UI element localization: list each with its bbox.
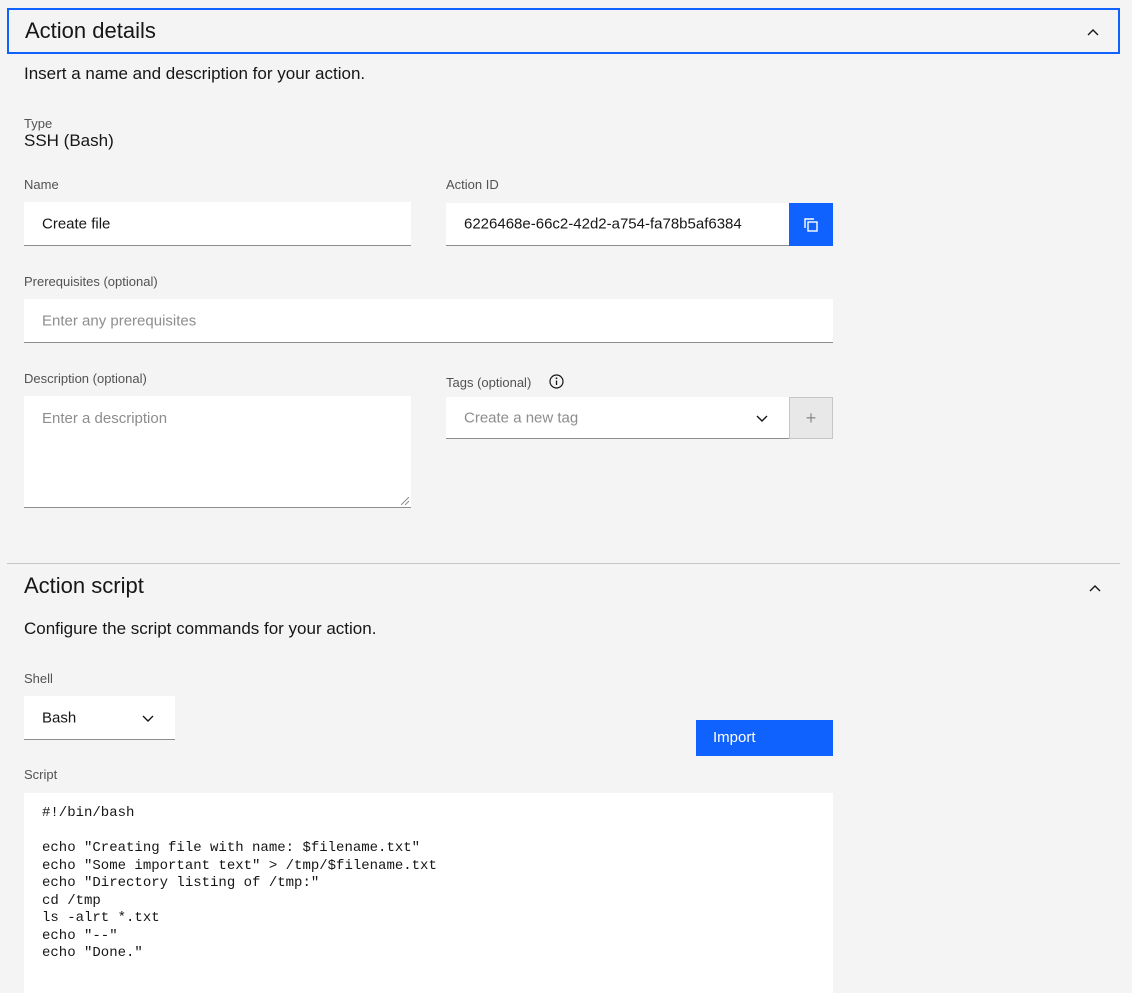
script-line: echo "Creating file with name: $filename… xyxy=(42,840,421,856)
script-line: echo "Directory listing of /tmp:" xyxy=(42,875,320,891)
chevron-down-icon[interactable] xyxy=(755,411,769,425)
action-id-value: 6226468e-66c2-42d2-a754-fa78b5af6384 xyxy=(464,215,742,233)
action-script-header[interactable]: Action script xyxy=(7,563,1120,609)
tags-label: Tags (optional) xyxy=(446,375,532,390)
copy-icon xyxy=(804,218,818,232)
type-value: SSH (Bash) xyxy=(24,131,114,150)
description-textarea[interactable]: Enter a description xyxy=(24,396,411,508)
description-label: Description (optional) xyxy=(24,371,147,386)
script-line: echo "--" xyxy=(42,927,118,944)
tags-combobox[interactable]: Create a new tag xyxy=(446,397,789,439)
resize-handle-icon[interactable] xyxy=(401,497,409,505)
prerequisites-label: Prerequisites (optional) xyxy=(24,274,158,289)
name-label: Name xyxy=(24,177,59,192)
name-field-value: Create file xyxy=(42,215,111,232)
shell-value: Bash xyxy=(42,709,77,726)
description-placeholder: Enter a description xyxy=(42,410,168,427)
action-details-title: Action details xyxy=(25,18,156,43)
chevron-up-icon[interactable] xyxy=(1088,582,1102,596)
prerequisites-placeholder: Enter any prerequisites xyxy=(42,312,197,329)
information-icon[interactable] xyxy=(549,374,564,389)
action-script-title: Action script xyxy=(24,573,144,598)
action-details-description: Insert a name and description for your a… xyxy=(24,64,366,83)
action-id-field[interactable]: 6226468e-66c2-42d2-a754-fa78b5af6384 xyxy=(446,203,789,246)
script-editor[interactable]: #!/bin/bash echo "Creating file with nam… xyxy=(24,793,833,993)
name-field[interactable]: Create file xyxy=(24,202,411,246)
script-line: echo "Done." xyxy=(42,945,143,961)
action-id-label: Action ID xyxy=(446,177,499,192)
prerequisites-field[interactable]: Enter any prerequisites xyxy=(24,299,833,343)
import-button[interactable]: Import xyxy=(696,720,833,756)
shell-select[interactable]: Bash xyxy=(24,696,175,740)
script-line: echo "Some important text" > /tmp/$filen… xyxy=(42,857,437,874)
chevron-up-icon[interactable] xyxy=(1086,26,1100,40)
action-details-header[interactable]: Action details xyxy=(7,8,1120,54)
tags-placeholder: Create a new tag xyxy=(464,409,579,426)
script-label: Script xyxy=(24,767,58,782)
script-line: cd /tmp xyxy=(42,892,101,909)
shell-label: Shell xyxy=(24,671,53,686)
copy-action-id-button[interactable] xyxy=(789,203,833,246)
type-label: Type xyxy=(24,116,53,131)
add-tag-button[interactable]: + xyxy=(789,397,833,439)
chevron-down-icon xyxy=(142,715,154,722)
script-line: ls -alrt *.txt xyxy=(42,910,160,926)
action-script-description: Configure the script commands for your a… xyxy=(24,619,377,638)
script-line: #!/bin/bash xyxy=(42,805,135,821)
